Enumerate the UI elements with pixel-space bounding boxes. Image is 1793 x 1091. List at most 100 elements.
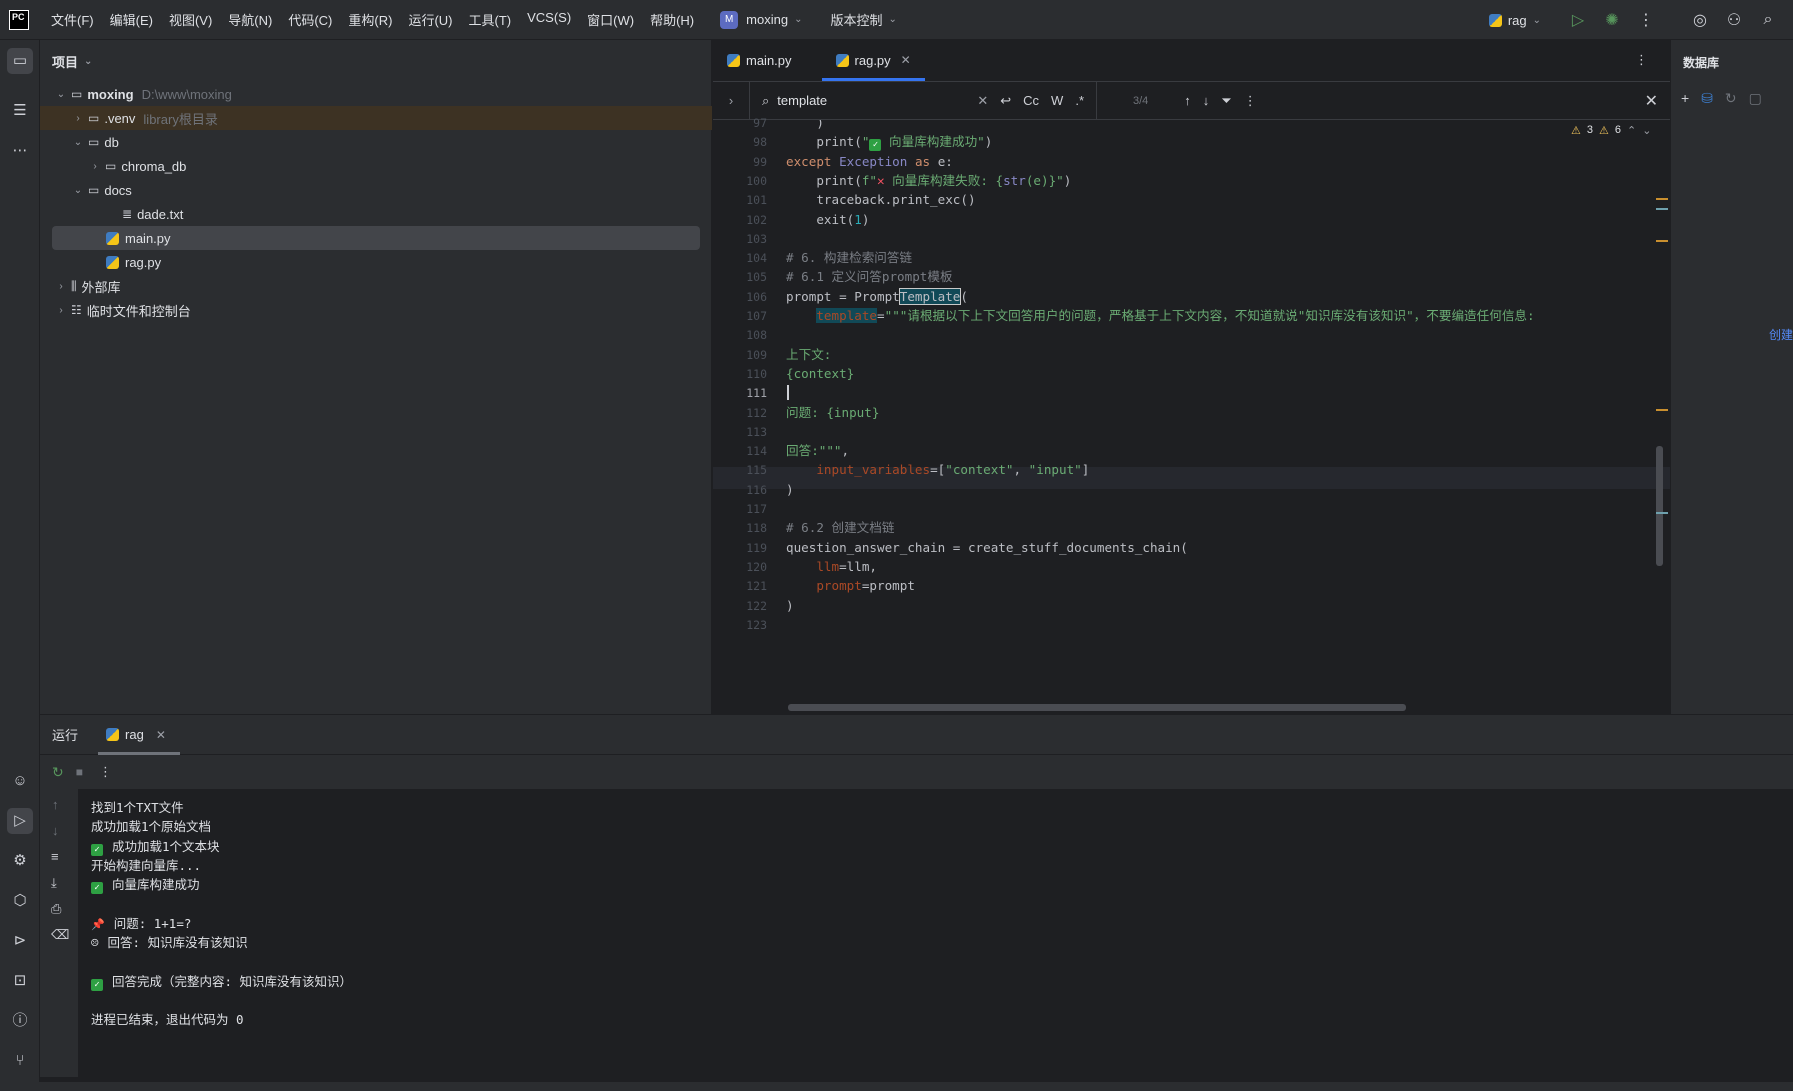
console-icon[interactable]: ▢ [1749,90,1762,107]
whole-words-button[interactable]: W [1051,93,1063,108]
code-line: 问题: {input} [786,404,880,420]
tree-item-label: chroma_db [121,158,187,174]
vertical-scrollbar[interactable] [1656,446,1663,566]
more-vertical-icon[interactable]: ⋮ [1635,52,1648,68]
soft-wrap-icon[interactable]: ≡ [51,849,59,864]
python-console-icon[interactable]: ☺ [7,768,33,794]
tree-item[interactable]: ⌄ ▭ db [40,130,712,154]
menu-item[interactable]: 编辑(E) [110,10,153,29]
close-icon[interactable]: ✕ [901,53,911,67]
regex-button[interactable]: .* [1075,93,1084,108]
chevron-right-icon[interactable]: › [71,113,85,124]
database-panel-title: 数据库 [1683,56,1720,70]
chevron-right-icon[interactable]: › [54,281,68,292]
chevron-right-icon[interactable]: › [88,161,102,172]
tree-item[interactable]: ⌄ ▭ docs [40,178,712,202]
create-link[interactable]: 创建 [1769,326,1793,343]
chevron-up-icon[interactable]: ⌃ [1627,124,1636,137]
project-folder-icon[interactable]: ▭ [7,48,33,74]
ai-assistant-icon[interactable]: ◎ [1683,10,1717,30]
tree-item[interactable]: › ⫼ 外部库 [40,274,712,298]
run-tool-icon[interactable]: ▷ [7,808,33,834]
menu-item[interactable]: 重构(R) [348,10,392,29]
inspection-widget[interactable]: ⚠ 3 ⚠ 6 ⌃ ⌄ [1571,124,1651,137]
tree-item[interactable]: › ▭ chroma_db [40,154,712,178]
horizontal-scrollbar[interactable] [788,704,1406,711]
line-number: 99 [753,154,767,169]
line-number: 100 [746,173,767,188]
services-play-icon[interactable]: ⊳ [7,928,33,954]
menu-item[interactable]: 导航(N) [228,10,272,29]
rerun-icon[interactable]: ↻ [52,764,64,781]
tree-item[interactable]: rag.py [40,250,712,274]
trash-icon[interactable]: ⌫ [51,927,69,943]
arrow-up-icon[interactable]: ↑ [1184,93,1191,108]
run-config-selector[interactable]: rag ⌄ [1488,13,1541,28]
structure-icon[interactable]: ☰ [7,98,33,124]
search-icon[interactable]: ⌕ [1751,11,1785,29]
scroll-to-end-icon[interactable]: ⤓ [51,875,57,891]
stop-icon[interactable]: ■ [76,765,83,779]
tree-item[interactable]: ⌄ ▭ moxing D:\www\moxing [40,82,712,106]
more-vertical-icon[interactable]: ⋮ [1244,93,1257,109]
python-packages-icon[interactable]: ⚙ [7,848,33,874]
code-line: input_variables=["context", "input"] [816,462,1090,478]
arrow-up-icon[interactable]: ↑ [52,797,59,812]
tree-item-hint: library根目录 [143,111,218,127]
tree-item[interactable]: › ▭ .venv library根目录 [40,106,712,130]
menu-item[interactable]: 文件(F) [51,10,94,29]
tab-main-py[interactable]: main.py [713,39,806,81]
clear-search-icon[interactable]: ✕ [977,93,988,109]
more-vertical-icon[interactable]: ⋮ [99,764,112,780]
chevron-down-icon[interactable]: ⌄ [71,185,85,196]
chevron-down-icon[interactable]: ⌄ [54,89,68,100]
project-switcher[interactable]: M moxing ⌄ [720,10,802,29]
close-icon[interactable]: ✕ [156,728,166,742]
run-icon[interactable]: ▷ [1561,10,1595,30]
menu-item[interactable]: VCS(S) [527,10,571,29]
tree-item[interactable]: ≣ dade.txt [40,202,712,226]
close-icon[interactable]: ✕ [1645,91,1658,111]
tab-rag-py[interactable]: rag.py ✕ [821,39,925,81]
debug-bug-icon[interactable]: ✺ [1595,10,1629,30]
problems-icon[interactable]: ⓘ [7,1008,33,1034]
tree-item[interactable]: main.py [52,226,700,250]
terminal-icon[interactable]: ⊡ [7,968,33,994]
line-number: 119 [746,540,767,555]
git-branch-icon[interactable]: ⑂ [7,1048,33,1074]
filter-icon[interactable]: ⏷ [1221,93,1231,109]
add-user-icon[interactable]: ⚇ [1717,10,1751,30]
menu-item[interactable]: 代码(C) [288,10,332,29]
run-tab-rag[interactable]: rag ✕ [98,715,180,755]
match-case-button[interactable]: Cc [1023,93,1039,108]
chevron-down-icon[interactable]: ⌄ [84,56,92,67]
search-input[interactable] [777,93,928,108]
new-line-icon[interactable]: ↩ [1000,93,1011,109]
menu-item[interactable]: 帮助(H) [650,10,694,29]
tree-item[interactable]: › ☷ 临时文件和控制台 [40,298,712,322]
chevron-down-icon[interactable]: ⌄ [1642,124,1651,137]
chevron-down-icon[interactable]: ⌄ [71,137,85,148]
menu-item[interactable]: 工具(T) [468,10,511,29]
line-number: 115 [746,463,767,478]
services-icon[interactable]: ⬡ [7,888,33,914]
run-tool-window: 运行 rag ✕ ↻ ■ ⋮ ↑ ↓ ≡ ⤓ ⎙ ⌫ 找到1个TXT文件 成功加载… [40,715,1793,1091]
database-icon[interactable]: ⛁ [1701,90,1713,107]
arrow-down-icon[interactable]: ↓ [1203,93,1210,108]
chevron-right-icon[interactable]: › [54,305,68,316]
add-icon[interactable]: + [1681,90,1689,107]
expand-replace-icon[interactable]: › [713,93,749,108]
print-icon[interactable]: ⎙ [51,901,61,917]
more-vertical-icon[interactable]: ⋮ [1629,10,1663,30]
line-number: 109 [746,347,767,362]
vcs-menu[interactable]: 版本控制 ⌄ [830,10,896,29]
line-number: 103 [746,231,767,246]
more-horizontal-icon[interactable]: ⋯ [7,138,33,164]
line-number: 107 [746,309,767,323]
arrow-down-icon[interactable]: ↓ [52,823,59,838]
menu-item[interactable]: 运行(U) [408,10,452,29]
refresh-icon[interactable]: ↻ [1725,90,1737,107]
code-view[interactable]: ) print(" ✓ 向量库构建成功") except Exception as … [786,120,1606,714]
menu-item[interactable]: 视图(V) [169,10,212,29]
menu-item[interactable]: 窗口(W) [587,10,634,29]
